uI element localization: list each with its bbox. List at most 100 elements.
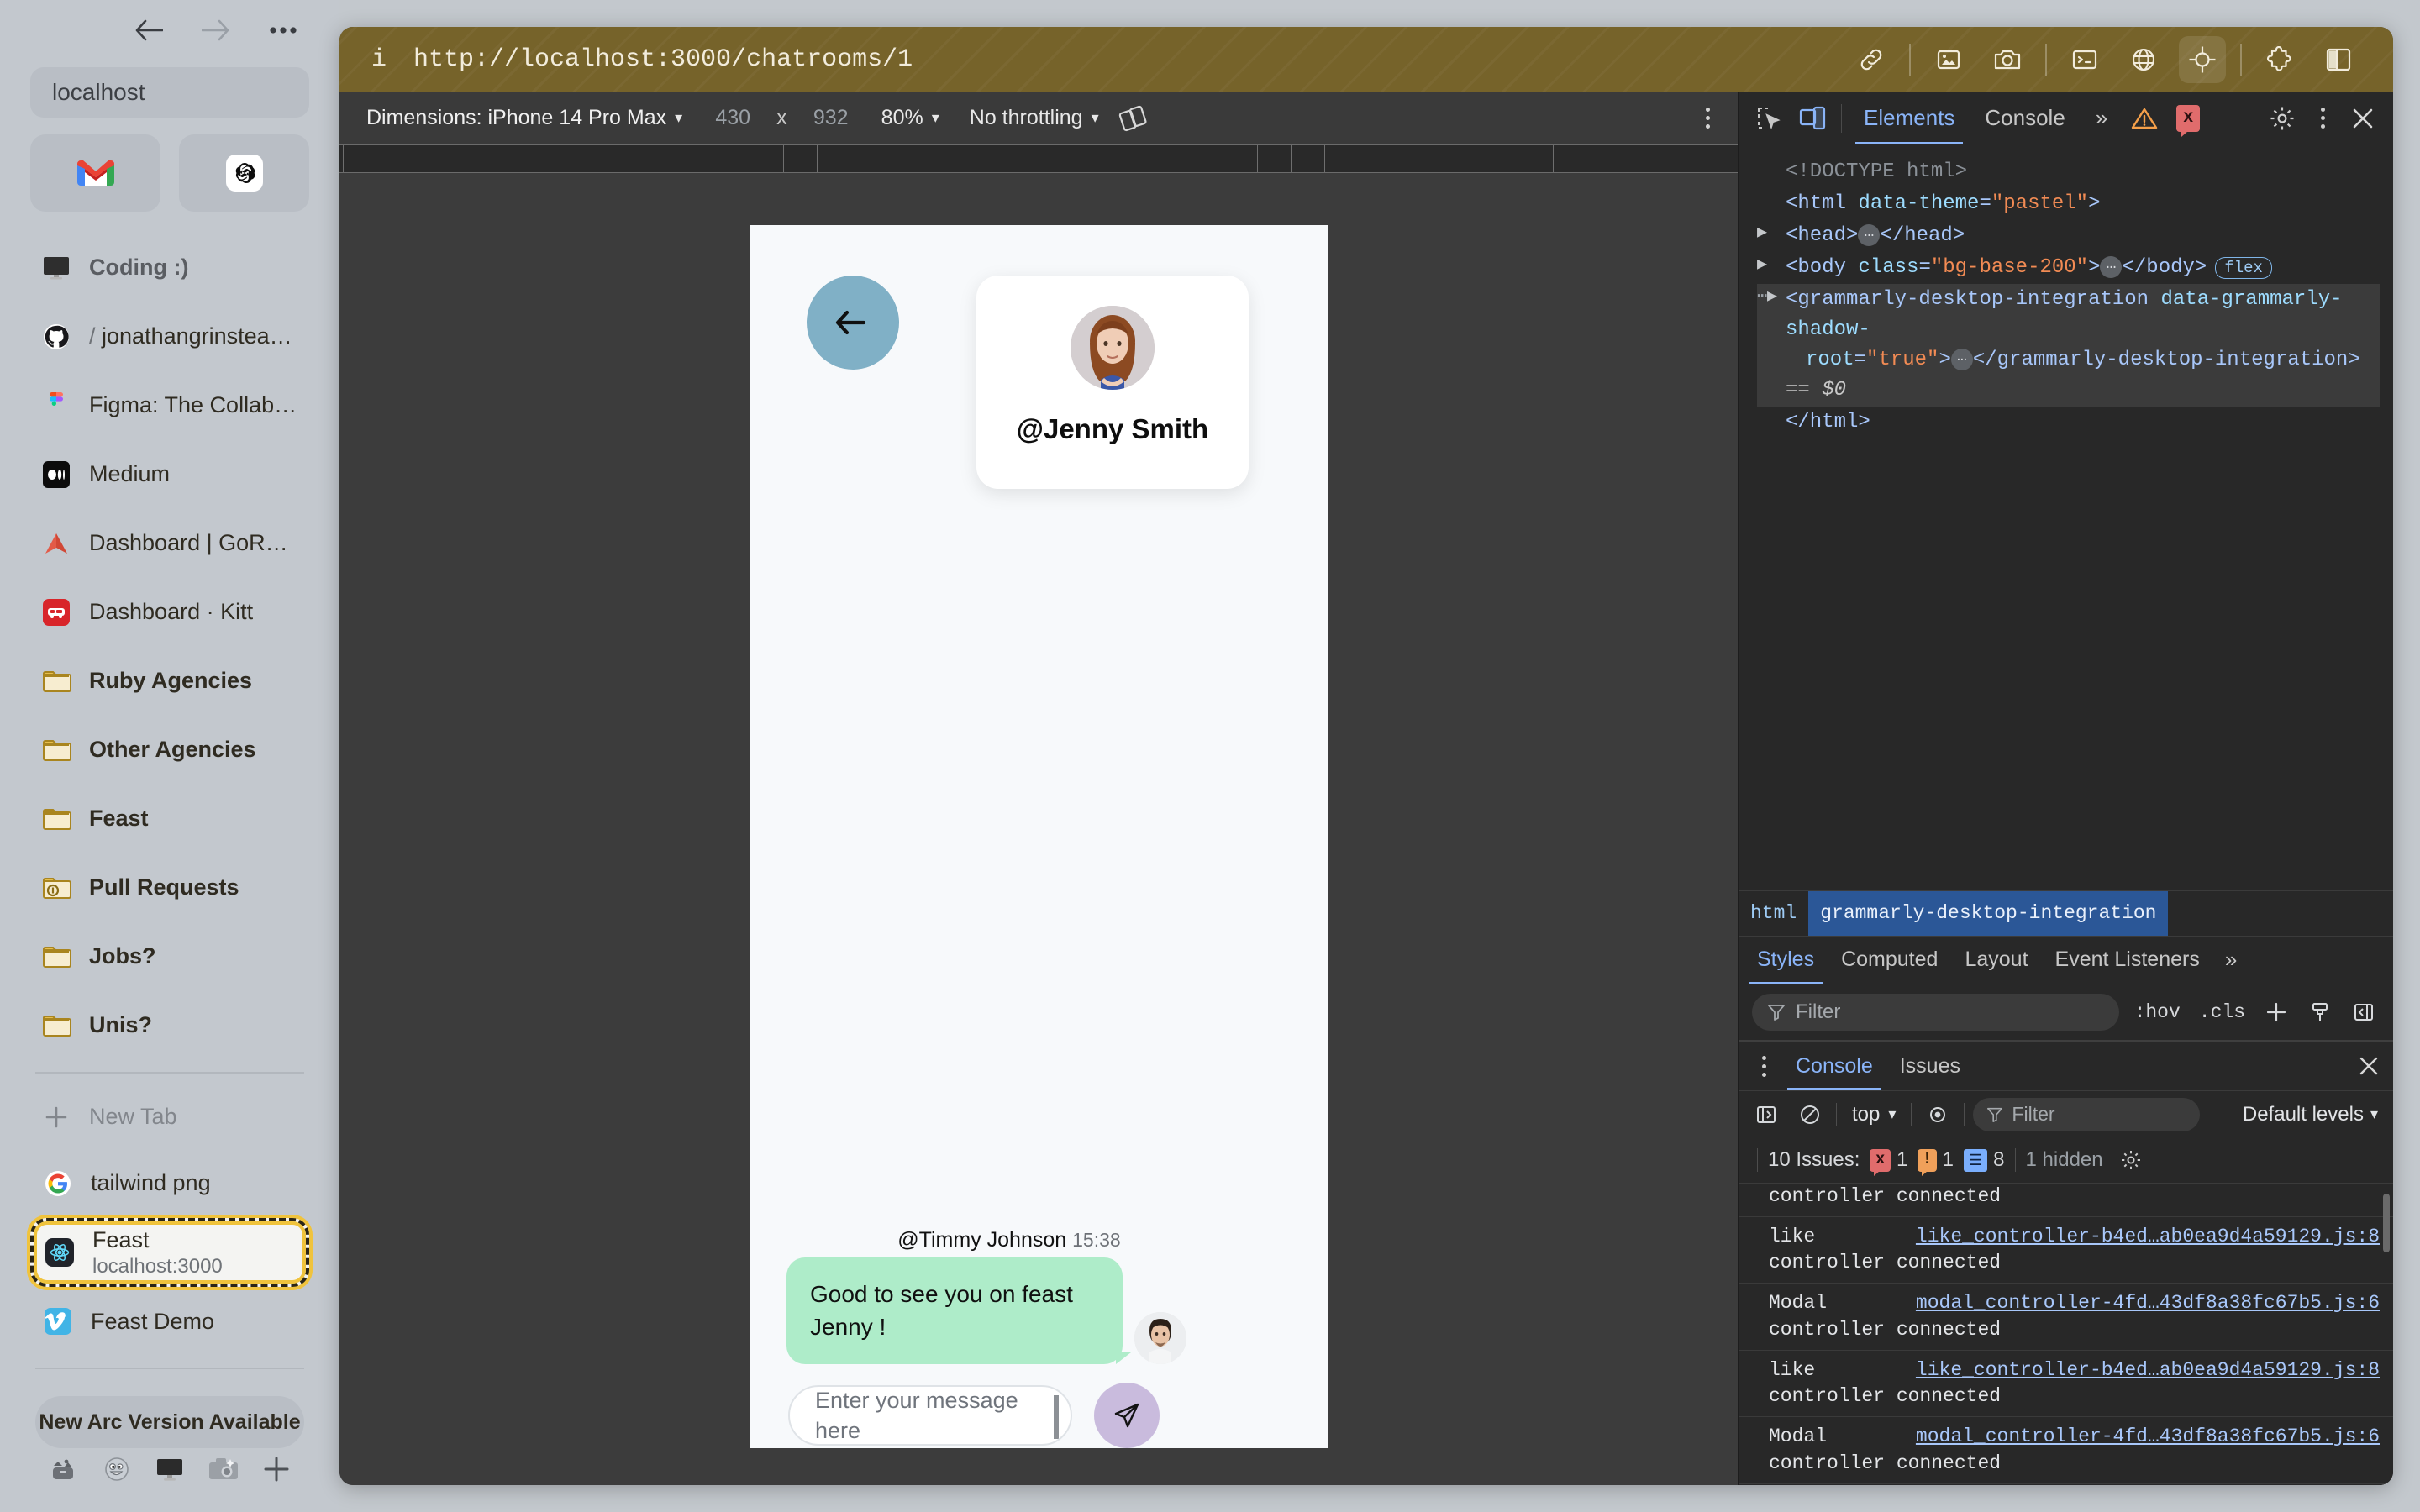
console-log-list[interactable]: controller connected like like_controlle… bbox=[1739, 1184, 2393, 1486]
breadcrumb-html[interactable]: html bbox=[1739, 891, 1808, 936]
back-button[interactable] bbox=[807, 276, 899, 370]
sidebar-item-pull-requests[interactable]: Pull Requests bbox=[30, 853, 309, 922]
issues-summary-label[interactable]: 10 Issues: bbox=[1768, 1148, 1860, 1172]
sidebar-space-coding[interactable]: Coding :) bbox=[30, 234, 309, 302]
emoji-face-icon[interactable] bbox=[96, 1448, 138, 1490]
tab-layout[interactable]: Layout bbox=[1951, 936, 2041, 984]
eye-icon[interactable] bbox=[1920, 1097, 1955, 1132]
log-source-link[interactable]: like_controller-b4ed…ab0ea9d4a59129.js:8 bbox=[1916, 1224, 2380, 1250]
tab-console[interactable]: Console bbox=[1782, 1042, 1886, 1090]
sidebar-url-input[interactable]: localhost bbox=[30, 67, 309, 118]
tab-computed[interactable]: Computed bbox=[1828, 936, 1951, 984]
more-tabs-icon[interactable]: » bbox=[2081, 92, 2123, 144]
split-view-icon[interactable] bbox=[2315, 36, 2362, 83]
log-source-link[interactable]: modal_controller-4fd…43df8a38fc67b5.js:6 bbox=[1916, 1290, 2380, 1316]
sidebar-item-unis[interactable]: Unis? bbox=[30, 991, 309, 1060]
device-width-input[interactable]: 430 bbox=[697, 106, 768, 130]
tab-console[interactable]: Console bbox=[1970, 92, 2080, 144]
forward-button[interactable] bbox=[197, 11, 235, 50]
gear-icon[interactable] bbox=[2260, 98, 2304, 139]
device-emulation-pane: Dimensions: iPhone 14 Pro Max ▾ 430 x 93… bbox=[339, 92, 1738, 1485]
sidebar-item-jobs[interactable]: Jobs? bbox=[30, 922, 309, 991]
new-arc-version-button[interactable]: New Arc Version Available bbox=[35, 1396, 304, 1448]
device-menu-icon[interactable] bbox=[1689, 100, 1726, 137]
url-text[interactable]: http://localhost:3000/chatrooms/1 bbox=[413, 45, 1822, 74]
plus-icon[interactable] bbox=[255, 1448, 297, 1490]
issues-error-count[interactable]: x 1 bbox=[1870, 1148, 1907, 1176]
zoom-select[interactable]: 80% ▾ bbox=[866, 106, 955, 130]
warning-icon[interactable] bbox=[2123, 98, 2166, 139]
send-button[interactable] bbox=[1094, 1383, 1160, 1448]
plus-icon[interactable] bbox=[2260, 996, 2292, 1028]
new-tab-button[interactable]: New Tab bbox=[30, 1085, 309, 1149]
more-styles-tabs-icon[interactable]: » bbox=[2213, 947, 2249, 973]
log-source-link[interactable]: modal_controller-4fd…43df8a38fc67b5.js:6 bbox=[1916, 1424, 2380, 1450]
sidebar-item-figma[interactable]: Figma: The Collabor... bbox=[30, 371, 309, 440]
close-icon[interactable] bbox=[2341, 98, 2385, 139]
more-dots-icon[interactable] bbox=[264, 11, 302, 50]
sidebar-item-feast[interactable]: Feast bbox=[30, 785, 309, 853]
issues-info-count[interactable]: ☰ 8 bbox=[1964, 1148, 2005, 1172]
tab-feast-demo[interactable]: Feast Demo bbox=[30, 1287, 309, 1356]
message-input[interactable]: Enter your message here bbox=[788, 1385, 1072, 1446]
tab-elements[interactable]: Elements bbox=[1849, 92, 1970, 144]
clear-console-icon[interactable] bbox=[1792, 1097, 1828, 1132]
display-icon[interactable] bbox=[149, 1448, 191, 1490]
archive-icon[interactable] bbox=[42, 1448, 84, 1490]
extension-icon[interactable] bbox=[2256, 36, 2303, 83]
globe-icon[interactable] bbox=[2120, 36, 2167, 83]
camera-icon[interactable] bbox=[203, 1448, 245, 1490]
dom-line-grammarly[interactable]: ⋯▶ <grammarly-desktop-integration data-g… bbox=[1757, 284, 2380, 407]
rotate-icon[interactable] bbox=[1114, 100, 1151, 137]
plus-icon bbox=[42, 1103, 71, 1131]
dom-line-body[interactable]: ▶ <body class="bg-base-200">… </body> flex bbox=[1757, 252, 2380, 284]
shortcut-openai[interactable] bbox=[179, 134, 309, 212]
tab-feast-active[interactable]: Feast localhost:3000 bbox=[30, 1217, 309, 1287]
sidebar-item-other-agencies[interactable]: Other Agencies bbox=[30, 716, 309, 785]
hov-toggle[interactable]: :hov bbox=[2131, 1001, 2184, 1023]
device-toggle-icon[interactable] bbox=[1791, 98, 1834, 139]
devtools-menu-icon[interactable] bbox=[2304, 98, 2341, 139]
terminal-icon[interactable] bbox=[2061, 36, 2108, 83]
device-height-input[interactable]: 932 bbox=[796, 106, 866, 130]
issues-warning-count[interactable]: ! 1 bbox=[1918, 1148, 1954, 1176]
tab-issues[interactable]: Issues bbox=[1886, 1042, 1974, 1090]
brush-icon[interactable] bbox=[2304, 996, 2336, 1028]
dom-line-head[interactable]: ▶ <head>… </head> bbox=[1757, 220, 2380, 252]
throttling-select[interactable]: No throttling ▾ bbox=[955, 106, 1114, 130]
console-filter-input[interactable]: Filter bbox=[1973, 1097, 2201, 1131]
close-icon[interactable] bbox=[2351, 1048, 2386, 1084]
tab-styles[interactable]: Styles bbox=[1744, 936, 1828, 984]
sidebar-item-medium[interactable]: Medium bbox=[30, 440, 309, 509]
log-source-link[interactable]: like_controller-b4ed…ab0ea9d4a59129.js:8 bbox=[1916, 1357, 2380, 1383]
dom-line-html[interactable]: <html data-theme="pastel"> bbox=[1757, 188, 2380, 220]
console-sidebar-icon[interactable] bbox=[1749, 1097, 1784, 1132]
tab-event-listeners[interactable]: Event Listeners bbox=[2042, 936, 2213, 984]
camera-icon[interactable] bbox=[1984, 36, 2031, 83]
target-icon[interactable] bbox=[2179, 36, 2226, 83]
sidebar-item-kitt[interactable]: Dashboard · Kitt bbox=[30, 578, 309, 647]
back-button[interactable] bbox=[129, 11, 168, 50]
tab-tailwind-png[interactable]: tailwind png bbox=[30, 1149, 309, 1218]
image-icon[interactable] bbox=[1925, 36, 1972, 83]
sidebar-item-github-repo[interactable]: / jonathangrinstead/f... bbox=[30, 302, 309, 371]
gear-icon[interactable] bbox=[2113, 1142, 2149, 1178]
error-icon[interactable]: x bbox=[2166, 98, 2210, 139]
message-author: @Timmy Johnson bbox=[897, 1227, 1067, 1252]
styles-filter-input[interactable]: Filter bbox=[1752, 993, 2119, 1031]
link-icon[interactable] bbox=[1848, 36, 1895, 83]
shortcut-gmail[interactable] bbox=[30, 134, 160, 212]
device-dimensions-select[interactable]: Dimensions: iPhone 14 Pro Max ▾ bbox=[351, 106, 697, 130]
cls-toggle[interactable]: .cls bbox=[2196, 1001, 2249, 1023]
site-info-icon[interactable]: i bbox=[365, 45, 393, 74]
console-context-select[interactable]: top ▾ bbox=[1845, 1103, 1902, 1126]
sidebar-item-gorails[interactable]: Dashboard | GoRails bbox=[30, 509, 309, 578]
console-scrollbar[interactable] bbox=[2383, 1193, 2390, 1252]
sidebar-item-ruby-agencies[interactable]: Ruby Agencies bbox=[30, 647, 309, 716]
inspect-cursor-icon[interactable] bbox=[1747, 98, 1791, 139]
console-levels-select[interactable]: Default levels ▾ bbox=[2243, 1103, 2383, 1126]
drawer-menu-icon[interactable] bbox=[1745, 1046, 1782, 1086]
viewport-area: @Jenny Smith @Timmy Johnson 15:38 Good t… bbox=[339, 173, 1738, 1485]
breadcrumb-grammarly[interactable]: grammarly-desktop-integration bbox=[1808, 890, 2169, 936]
sidebar-toggle-icon[interactable] bbox=[2348, 996, 2380, 1028]
